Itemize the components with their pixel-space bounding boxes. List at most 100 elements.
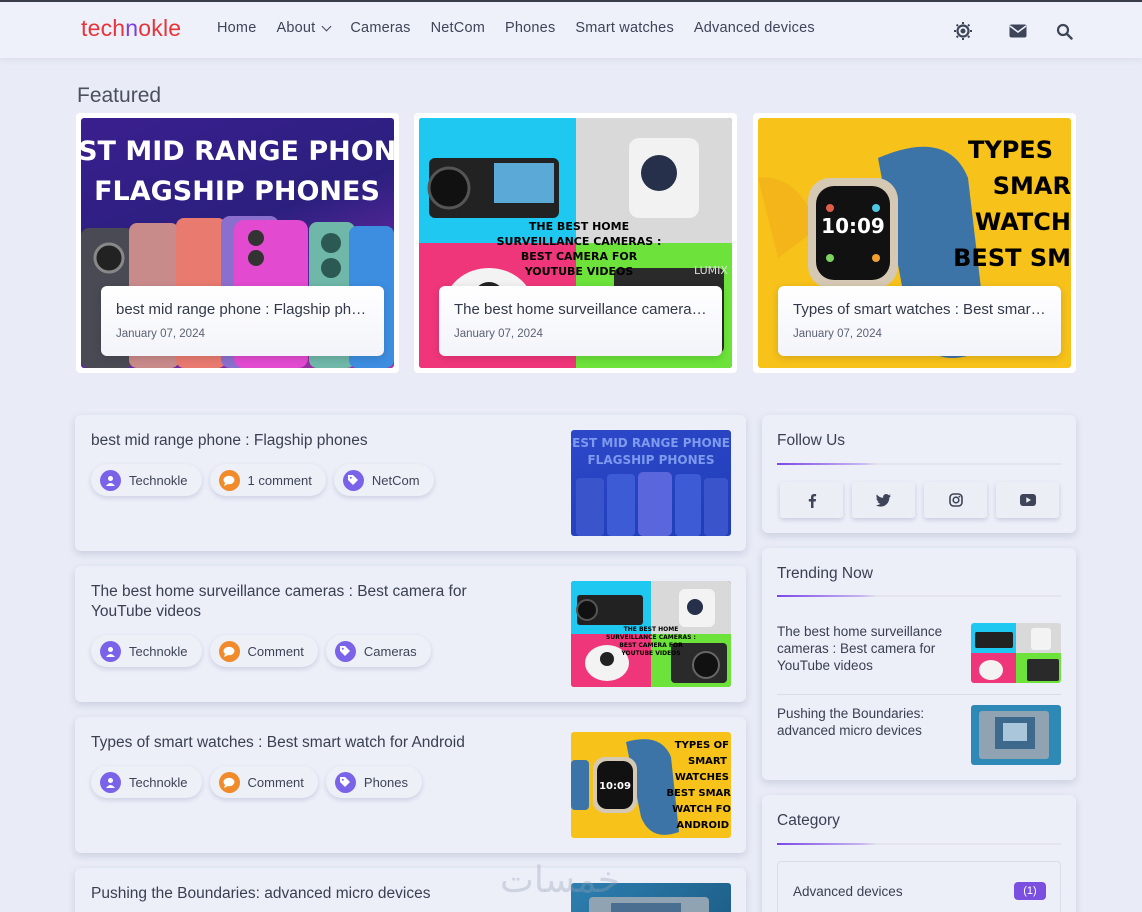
twitter-button[interactable]: [852, 482, 915, 518]
author-chip[interactable]: Technokle: [91, 766, 202, 798]
svg-text:FLAGSHIP PHONES: FLAGSHIP PHONES: [587, 453, 714, 467]
svg-text:BEST SM: BEST SM: [953, 244, 1071, 272]
nav-cameras[interactable]: Cameras: [350, 20, 410, 36]
user-icon: [100, 771, 121, 793]
svg-text:WATCHES: WATCHES: [675, 772, 729, 783]
category-widget: Category Advanced devices (1): [762, 795, 1076, 912]
facebook-button[interactable]: [780, 482, 843, 518]
svg-text:SMAR: SMAR: [993, 172, 1071, 200]
featured-title[interactable]: Types of smart watches : Best smart watc…: [793, 301, 1046, 318]
featured-date: January 07, 2024: [454, 328, 543, 340]
trending-item-title[interactable]: The best home surveillance cameras : Bes…: [777, 623, 962, 674]
chevron-down-icon: [321, 21, 332, 31]
category-item-advanced-devices[interactable]: Advanced devices: [793, 884, 903, 899]
featured-date: January 07, 2024: [116, 328, 205, 340]
user-icon: [100, 640, 121, 662]
featured-image: 10:09 TYPES SMAR WATCH BEST SM Types of …: [758, 118, 1071, 368]
featured-date: January 07, 2024: [793, 328, 882, 340]
divider: [777, 694, 1061, 695]
svg-text:THE BEST HOME: THE BEST HOME: [624, 626, 679, 633]
featured-image: LUMIX THE BEST HOME SURVEILLANCE CAMERAS…: [419, 118, 732, 368]
svg-text:10:09: 10:09: [599, 781, 631, 792]
svg-text:BEST SMAR: BEST SMAR: [666, 788, 731, 799]
featured-card[interactable]: 10:09 TYPES SMAR WATCH BEST SM Types of …: [753, 113, 1076, 373]
site-logo[interactable]: technokle: [81, 15, 181, 42]
comments-chip[interactable]: Comment: [209, 766, 318, 798]
featured-image: BEST MID RANGE PHONE : FLAGSHIP PHONES b…: [81, 118, 394, 368]
svg-text:LUMIX: LUMIX: [694, 264, 728, 277]
svg-text:SURVEILLANCE CAMERAS :: SURVEILLANCE CAMERAS :: [606, 634, 696, 641]
mail-icon[interactable]: [1008, 21, 1028, 41]
post-meta: Technokle Comment Cameras: [91, 635, 431, 667]
comments-chip[interactable]: 1 comment: [209, 464, 326, 496]
post-thumbnail[interactable]: 10:09 TYPES OF SMART WATCHES BEST SMAR W…: [571, 732, 731, 838]
svg-text:FLAGSHIP PHONES: FLAGSHIP PHONES: [94, 176, 380, 207]
nav-phones[interactable]: Phones: [505, 20, 555, 36]
featured-card[interactable]: BEST MID RANGE PHONE : FLAGSHIP PHONES b…: [76, 113, 399, 373]
comment-icon: [218, 771, 240, 793]
svg-text:BEST MID RANGE PHONE :: BEST MID RANGE PHONE :: [81, 136, 394, 167]
svg-text:TYPES OF: TYPES OF: [675, 740, 729, 751]
trending-item[interactable]: The best home surveillance cameras : Bes…: [777, 623, 1061, 683]
featured-heading: Featured: [77, 84, 162, 107]
svg-text:BEST MID RANGE PHONE :: BEST MID RANGE PHONE :: [571, 436, 731, 450]
theme-toggle-icon[interactable]: [953, 21, 973, 41]
nav-netcom[interactable]: NetCom: [431, 20, 485, 36]
post-meta: Technokle Comment Phones: [91, 766, 422, 798]
post-meta: Technokle 1 comment NetCom: [91, 464, 434, 496]
tag-icon: [334, 771, 356, 793]
post-card: best mid range phone : Flagship phones T…: [75, 415, 746, 551]
comments-chip[interactable]: Comment: [209, 635, 318, 667]
instagram-button[interactable]: [924, 482, 987, 518]
post-thumbnail[interactable]: THE BEST HOME SURVEILLANCE CAMERAS : BES…: [571, 581, 731, 687]
category-title: Category: [777, 812, 840, 829]
label-chip[interactable]: NetCom: [333, 464, 434, 496]
nav-home[interactable]: Home: [217, 20, 256, 36]
featured-card[interactable]: LUMIX THE BEST HOME SURVEILLANCE CAMERAS…: [414, 113, 737, 373]
main-nav: Home About Cameras NetCom Phones Smart w…: [217, 20, 835, 36]
nav-advanced-devices[interactable]: Advanced devices: [694, 20, 815, 36]
featured-caption: The best home surveillance cameras : Bes…: [439, 286, 722, 356]
trending-item-title[interactable]: Pushing the Boundaries: advanced micro d…: [777, 705, 962, 739]
twitter-icon: [876, 493, 891, 507]
svg-text:SURVEILLANCE CAMERAS :: SURVEILLANCE CAMERAS :: [497, 235, 662, 248]
facebook-icon: [808, 493, 816, 508]
svg-text:BEST CAMERA FOR: BEST CAMERA FOR: [521, 250, 638, 263]
featured-title[interactable]: The best home surveillance cameras : Bes…: [454, 301, 707, 318]
nav-about[interactable]: About: [276, 20, 332, 36]
author-chip[interactable]: Technokle: [91, 635, 202, 667]
svg-text:BEST CAMERA FOR: BEST CAMERA FOR: [619, 642, 683, 649]
trending-widget: Trending Now The best home surveillance …: [762, 548, 1076, 780]
search-icon[interactable]: [1054, 21, 1074, 41]
svg-text:YOUTUBE VIDEOS: YOUTUBE VIDEOS: [620, 650, 680, 657]
tag-icon: [342, 469, 364, 491]
site-header: technokle Home About Cameras NetCom Phon…: [0, 2, 1142, 58]
divider: [777, 595, 1061, 597]
post-title[interactable]: Types of smart watches : Best smart watc…: [91, 733, 531, 753]
svg-text:10:09: 10:09: [821, 214, 885, 238]
post-card: Types of smart watches : Best smart watc…: [75, 717, 746, 853]
svg-text:THE BEST HOME: THE BEST HOME: [529, 220, 629, 233]
trending-title: Trending Now: [777, 565, 873, 582]
post-title[interactable]: best mid range phone : Flagship phones: [91, 431, 531, 451]
svg-text:SMART: SMART: [688, 756, 727, 767]
featured-title[interactable]: best mid range phone : Flagship phones: [116, 301, 369, 318]
nav-smart-watches[interactable]: Smart watches: [575, 20, 674, 36]
trending-item[interactable]: Pushing the Boundaries: advanced micro d…: [777, 705, 1061, 765]
featured-caption: best mid range phone : Flagship phones J…: [101, 286, 384, 356]
trending-thumbnail[interactable]: [971, 623, 1061, 683]
comment-icon: [218, 469, 240, 491]
post-title[interactable]: Pushing the Boundaries: advanced micro d…: [91, 884, 531, 904]
trending-thumbnail[interactable]: [971, 705, 1061, 765]
author-chip[interactable]: Technokle: [91, 464, 202, 496]
post-thumbnail[interactable]: BEST MID RANGE PHONE : FLAGSHIP PHONES: [571, 430, 731, 536]
post-title[interactable]: The best home surveillance cameras : Bes…: [91, 582, 531, 622]
svg-text:YOUTUBE VIDEOS: YOUTUBE VIDEOS: [524, 265, 634, 278]
watermark: خمسات: [500, 860, 621, 901]
youtube-button[interactable]: [996, 482, 1059, 518]
label-chip[interactable]: Phones: [325, 766, 422, 798]
svg-text:WATCH FO: WATCH FO: [672, 804, 731, 815]
svg-text:TYPES: TYPES: [968, 136, 1053, 164]
label-chip[interactable]: Cameras: [325, 635, 431, 667]
comment-icon: [218, 640, 240, 662]
